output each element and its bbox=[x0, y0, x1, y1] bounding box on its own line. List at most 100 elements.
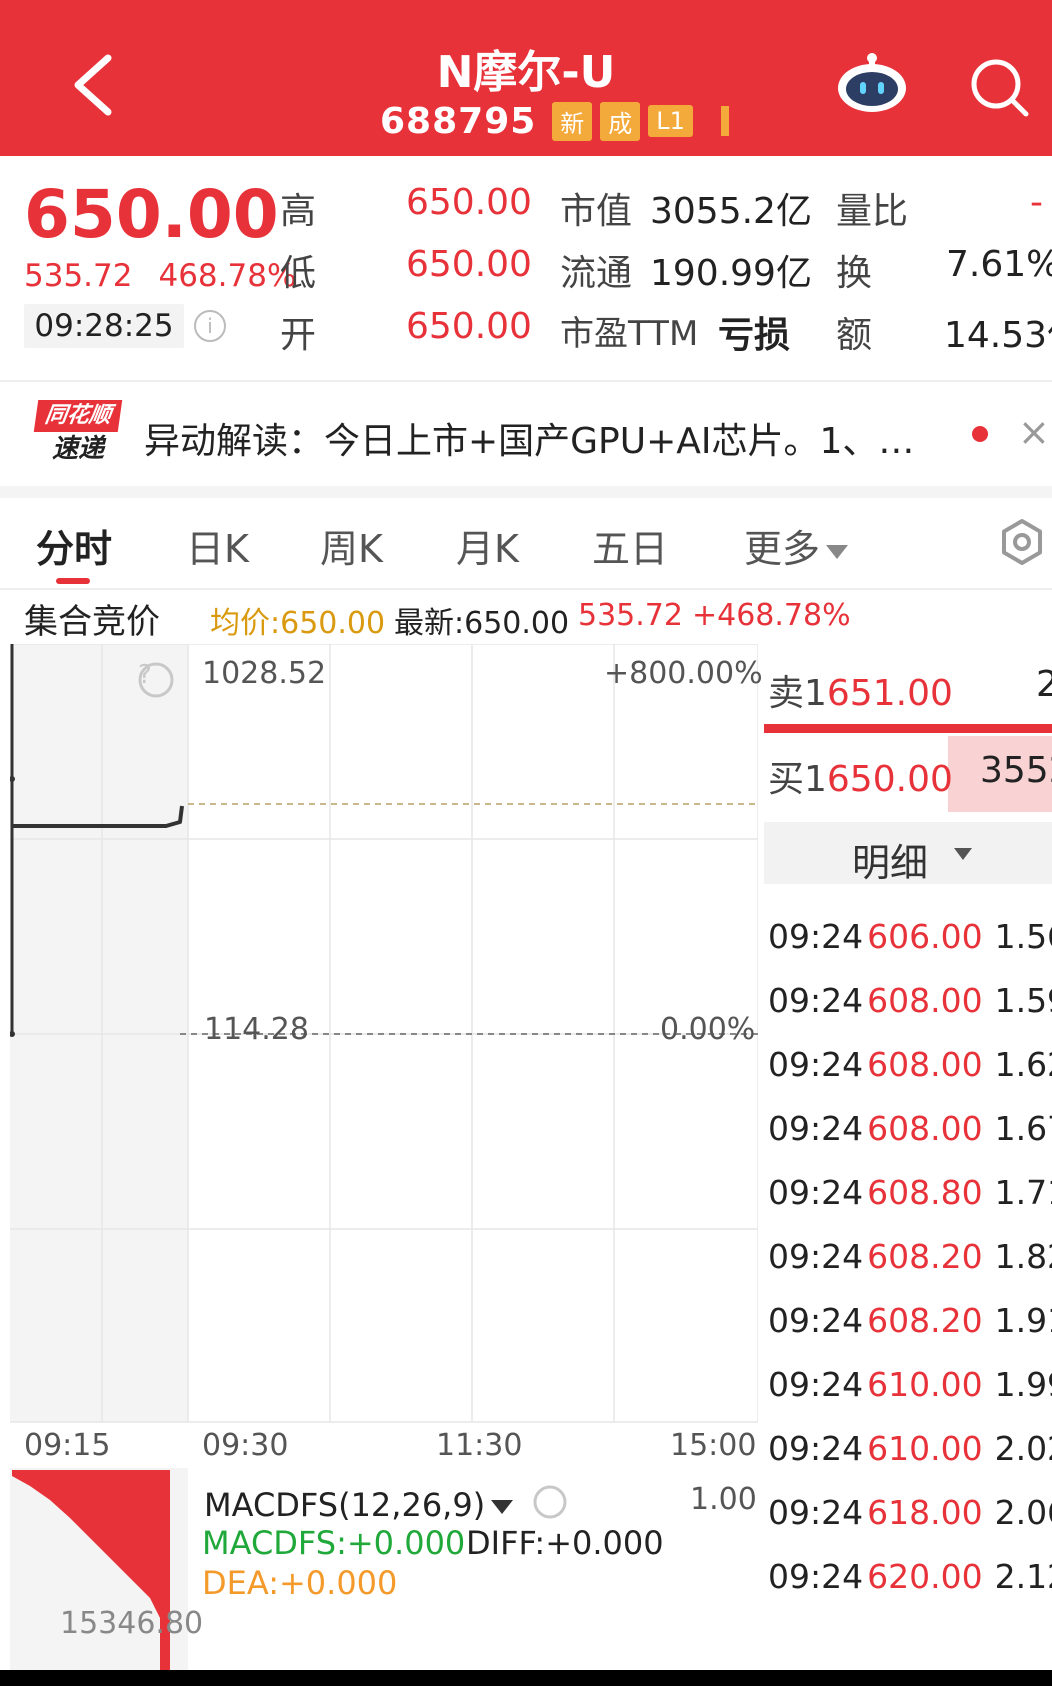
tick-volume: 1.56万 bbox=[994, 917, 1052, 956]
pe-ttm-value: 亏损 bbox=[718, 315, 791, 356]
open-label: 开 bbox=[280, 315, 317, 356]
tick-time: 09:24 bbox=[768, 917, 864, 956]
tick-time: 09:24 bbox=[768, 1173, 864, 1212]
active-tab-indicator bbox=[56, 578, 90, 584]
tag-cheng[interactable]: 成 bbox=[600, 101, 641, 141]
turnover-value: 7.61% bbox=[946, 244, 1052, 285]
tick-volume: 1.71万 bbox=[994, 1173, 1052, 1212]
chart-base-percent: 0.00% bbox=[660, 1012, 756, 1047]
volume-ratio-value: - bbox=[1030, 182, 1043, 223]
auction-zone-background bbox=[10, 644, 188, 1422]
tick-price: 608.00 bbox=[867, 981, 983, 1020]
macd-selector[interactable]: MACDFS(12,26,9) bbox=[204, 1486, 514, 1524]
ths-express-logo: 同花顺 速递 bbox=[33, 400, 123, 466]
buy-1-row[interactable]: 买1650.00 bbox=[768, 750, 953, 802]
turnover-label: 换 bbox=[836, 253, 873, 294]
auction-change-percent: +468.78% bbox=[692, 598, 851, 633]
settings-gear-icon[interactable] bbox=[998, 518, 1046, 566]
trade-tick-row: 09:24620.00 2.12万 bbox=[768, 1550, 1052, 1598]
auction-latest-price: 最新:650.00 bbox=[394, 606, 570, 641]
section-gap bbox=[0, 486, 1052, 498]
intraday-chart[interactable] bbox=[10, 644, 758, 1424]
float-cap-value: 190.99亿 bbox=[650, 253, 812, 294]
volume-value: 15346.80 bbox=[60, 1606, 204, 1641]
diff-value: DIFF:+0.000 bbox=[466, 1524, 664, 1562]
tick-price: 608.20 bbox=[867, 1237, 983, 1276]
tick-time: 09:24 bbox=[768, 1557, 864, 1596]
info-icon[interactable]: i bbox=[194, 310, 226, 342]
tick-volume: 2.06万 bbox=[994, 1493, 1052, 1532]
tab-monthly-k[interactable]: 月K bbox=[456, 518, 519, 573]
chart-top-percent: +800.00% bbox=[604, 656, 763, 691]
tick-price: 620.00 bbox=[867, 1557, 983, 1596]
market-cap-value: 3055.2亿 bbox=[650, 191, 812, 232]
macd-scale: 1.00 bbox=[690, 1482, 757, 1517]
tick-price: 610.00 bbox=[867, 1429, 983, 1468]
tick-time: 09:24 bbox=[768, 1365, 864, 1404]
chart-help-mark: ? bbox=[138, 660, 152, 690]
tick-time: 09:24 bbox=[768, 1301, 864, 1340]
tick-price: 608.00 bbox=[867, 1045, 983, 1084]
tab-five-day[interactable]: 五日 bbox=[592, 518, 668, 573]
buy-1-volume: 3552 bbox=[980, 750, 1052, 791]
volume-ratio-label: 量比 bbox=[836, 191, 909, 232]
trade-tick-row: 09:24610.00 2.02万 bbox=[768, 1422, 1052, 1470]
news-close-button[interactable]: × bbox=[1018, 410, 1050, 454]
tab-weekly-k[interactable]: 周K bbox=[320, 518, 383, 573]
stock-code: 688795 bbox=[380, 100, 537, 142]
chart-top-price: 1028.52 bbox=[202, 656, 327, 691]
trade-tick-row: 09:24610.00 1.99万 bbox=[768, 1358, 1052, 1406]
app-header: N摩尔-U 688795 新 成 L1 bbox=[0, 0, 1052, 156]
tick-price: 610.00 bbox=[867, 1365, 983, 1404]
tick-price: 606.00 bbox=[867, 917, 983, 956]
tab-more[interactable]: 更多 bbox=[744, 518, 849, 573]
detail-label: 明细 bbox=[852, 841, 929, 885]
sell-1-row[interactable]: 卖1651.00 bbox=[768, 664, 953, 716]
trade-tick-row: 09:24608.00 1.67万 bbox=[768, 1102, 1052, 1150]
logo-bottom-text: 速递 bbox=[51, 434, 104, 464]
logo-top-text: 同花顺 bbox=[33, 400, 123, 432]
trade-tick-row: 09:24608.00 1.62万 bbox=[768, 1038, 1052, 1086]
tick-time: 09:24 bbox=[768, 1493, 864, 1532]
sell-1-label: 卖1 bbox=[768, 673, 827, 714]
tick-time: 09:24 bbox=[768, 1429, 864, 1468]
time-label-0915: 09:15 bbox=[24, 1428, 111, 1463]
trade-tick-row: 09:24608.20 1.82万 bbox=[768, 1230, 1052, 1278]
tick-time: 09:24 bbox=[768, 981, 864, 1020]
detail-chevron-down-icon bbox=[954, 848, 972, 860]
buy-1-label: 买1 bbox=[768, 759, 827, 800]
system-bottom-bar bbox=[0, 1670, 1052, 1686]
tick-price: 608.80 bbox=[867, 1173, 983, 1212]
macdfs-value: MACDFS:+0.000 bbox=[202, 1524, 466, 1562]
robot-assistant-icon[interactable] bbox=[836, 52, 908, 114]
chart-base-price: 114.28 bbox=[204, 1012, 309, 1047]
tab-daily-k[interactable]: 日K bbox=[186, 518, 249, 573]
quote-divider bbox=[0, 380, 1052, 382]
high-value: 650.00 bbox=[406, 182, 532, 223]
change-amount: 535.72 bbox=[24, 258, 133, 294]
time-label-0930: 09:30 bbox=[202, 1428, 289, 1463]
chevron-down-icon bbox=[826, 544, 849, 559]
tag-new[interactable]: 新 bbox=[552, 101, 593, 141]
macd-title: MACDFS(12,26,9) bbox=[204, 1486, 486, 1524]
dea-value: DEA:+0.000 bbox=[202, 1564, 398, 1602]
macd-help-icon[interactable] bbox=[533, 1485, 567, 1519]
amount-label: 额 bbox=[836, 315, 873, 356]
price-change: 535.72 468.78% bbox=[24, 258, 296, 294]
news-headline[interactable]: 异动解读：今日上市+国产GPU+AI芯片。1、… bbox=[144, 412, 914, 464]
unread-dot-icon bbox=[972, 426, 988, 442]
open-value: 650.00 bbox=[406, 306, 532, 347]
macd-chevron-down-icon bbox=[491, 1500, 514, 1514]
market-cap-label: 市值 bbox=[560, 191, 633, 232]
auction-change: 535.72 bbox=[578, 598, 683, 633]
tab-intraday[interactable]: 分时 bbox=[36, 518, 112, 573]
tick-price: 618.00 bbox=[867, 1493, 983, 1532]
tick-time: 09:24 bbox=[768, 1109, 864, 1148]
tag-level1[interactable]: L1 bbox=[648, 105, 693, 137]
tick-volume: 1.91万 bbox=[994, 1301, 1052, 1340]
trade-tick-row: 09:24618.00 2.06万 bbox=[768, 1486, 1052, 1534]
trade-tick-row: 09:24608.80 1.71万 bbox=[768, 1166, 1052, 1214]
high-label: 高 bbox=[280, 191, 317, 232]
search-icon[interactable] bbox=[968, 56, 1032, 120]
change-percent: 468.78% bbox=[158, 258, 297, 294]
